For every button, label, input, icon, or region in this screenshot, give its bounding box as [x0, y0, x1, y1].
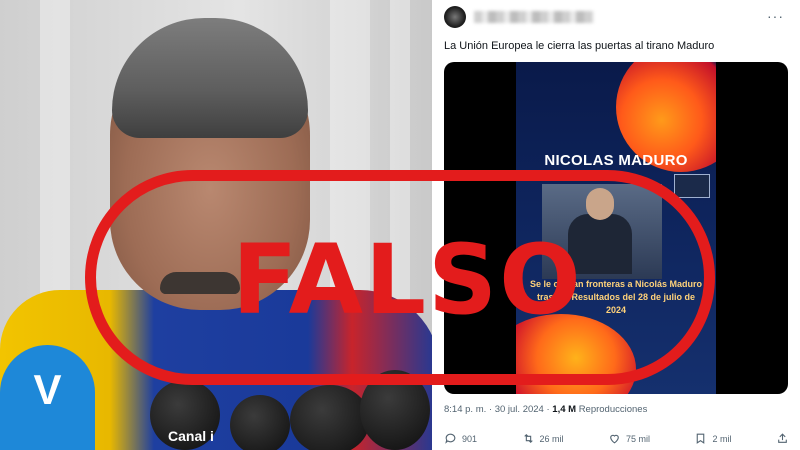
more-options-button[interactable]: ···	[767, 8, 784, 24]
repost-count: 26 mil	[539, 434, 564, 444]
party-badge: V	[0, 345, 95, 450]
like-button[interactable]: 75 mil	[608, 430, 650, 448]
view-count: 1,4 M	[552, 404, 577, 415]
microphone	[290, 385, 370, 450]
bookmark-icon	[694, 432, 707, 447]
repost-icon	[522, 432, 535, 447]
reply-count: 901	[462, 434, 478, 444]
microphone	[230, 395, 290, 450]
falso-stamp-text: FALSO	[232, 224, 583, 336]
tweet-meta: 8:14 p. m. · 30 jul. 2024 · 1,4 M Reprod…	[444, 404, 648, 415]
mic-label: Canal i	[168, 428, 214, 444]
video-title: NICOLAS MADURO	[544, 152, 688, 169]
avatar[interactable]	[444, 6, 466, 28]
redacted-username	[474, 11, 594, 23]
reply-button[interactable]: 901	[444, 430, 477, 448]
tweet-text: La Unión Europea le cierra las puertas a…	[444, 40, 715, 52]
repost-button[interactable]: 26 mil	[522, 430, 564, 448]
tweet-date[interactable]: 30 jul. 2024	[495, 404, 544, 415]
tweet-header: ···	[444, 6, 784, 30]
tweet-actions: 901 26 mil 75 mil 2 mil	[444, 430, 789, 448]
bookmark-count: 2 mil	[712, 434, 732, 444]
like-count: 75 mil	[625, 434, 650, 444]
tweet-time[interactable]: 8:14 p. m.	[444, 404, 486, 415]
heart-icon	[608, 432, 621, 447]
share-icon	[776, 432, 789, 447]
bookmark-button[interactable]: 2 mil	[694, 430, 731, 448]
hair	[112, 18, 308, 138]
reply-icon	[444, 432, 457, 447]
view-count-label: Reproducciones	[578, 404, 648, 415]
share-button[interactable]	[776, 430, 789, 448]
broadcast-logo	[674, 174, 710, 198]
